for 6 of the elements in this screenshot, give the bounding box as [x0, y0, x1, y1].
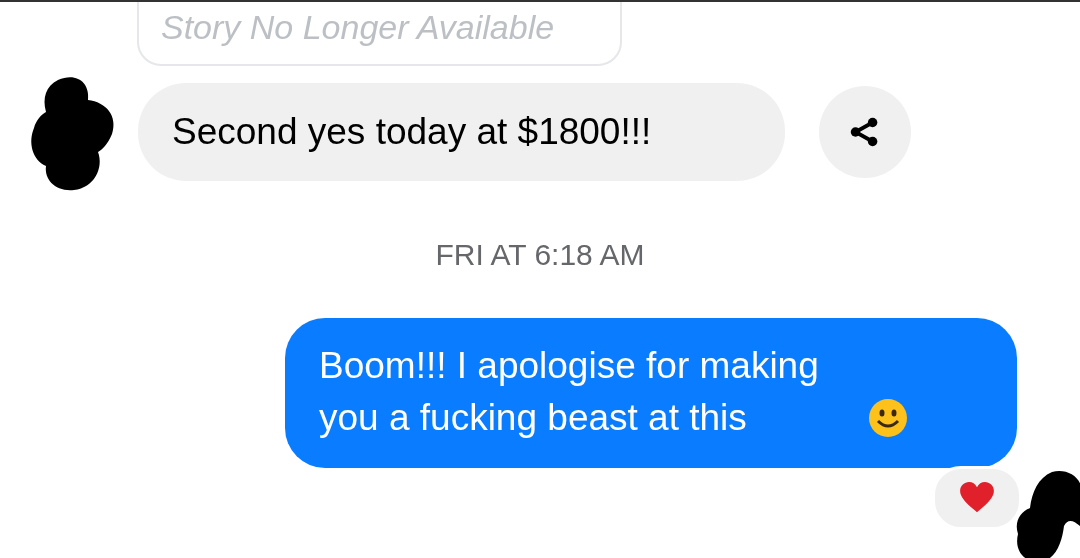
- heart-icon: [959, 482, 995, 514]
- message-text: Boom!!! I apologise for making you a fucking beast at this: [319, 344, 820, 440]
- incoming-message: Second yes today at $1800!!!: [138, 83, 785, 181]
- smiley-icon: [868, 398, 908, 438]
- timestamp: FRI AT 6:18 AM: [434, 238, 646, 272]
- story-unavailable-text: Story No Longer Available: [161, 7, 555, 47]
